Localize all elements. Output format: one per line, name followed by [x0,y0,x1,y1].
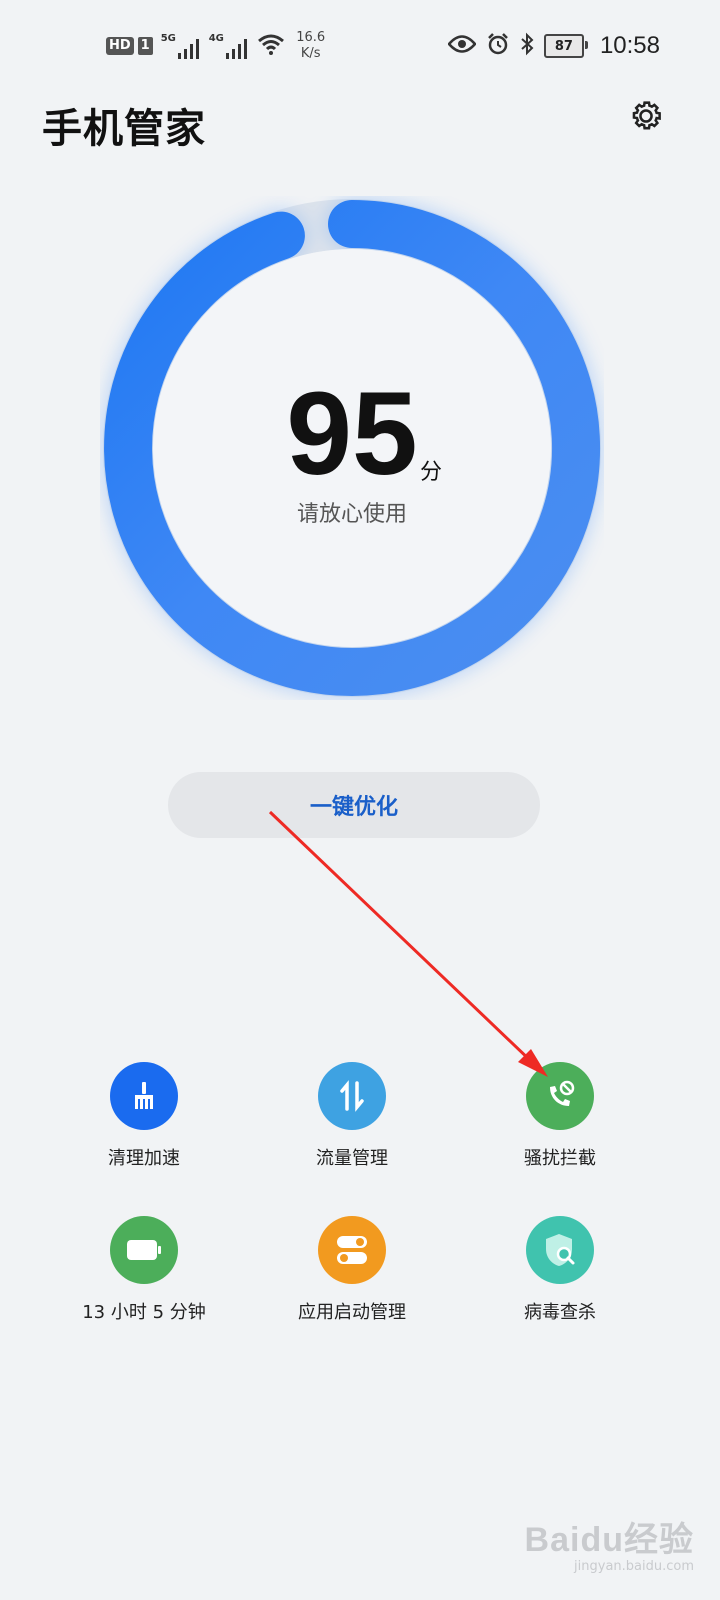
tool-harassment-block[interactable]: 骚扰拦截 [460,1062,660,1170]
data-transfer-icon [318,1062,386,1130]
page-title: 手机管家 [42,106,206,152]
eye-comfort-icon [447,35,477,57]
score-value: 95 [286,368,418,500]
clock: 10:58 [599,32,660,59]
score-unit: 分 [420,460,443,485]
watermark: Baidu经验 jingyan.baidu.com [525,1512,694,1574]
gear-icon [627,97,665,139]
tool-app-launch[interactable]: 应用启动管理 [252,1216,452,1324]
hd-badge: HD [106,37,134,55]
tool-label: 清理加速 [108,1148,180,1169]
sim-badge: 1 [137,37,153,55]
tool-virus-scan[interactable]: 病毒查杀 [460,1216,660,1324]
battery-indicator: 87 [543,34,588,58]
battery-icon [110,1216,178,1284]
bluetooth-icon [520,32,534,60]
tool-cleanup[interactable]: 清理加速 [44,1062,244,1170]
status-bar: HD 1 5G 4G 16.6 K/s 87 10:58 [0,0,720,92]
status-right: 87 10:58 [447,30,660,62]
tool-label: 骚扰拦截 [524,1148,596,1169]
optimize-button[interactable]: 一键优化 [168,772,540,838]
score-status: 请放心使用 [296,502,407,527]
settings-button[interactable] [624,96,668,140]
cellular-signal-icon: 5G [161,33,201,59]
alarm-icon [486,32,510,60]
broom-icon [110,1062,178,1130]
tool-label: 流量管理 [316,1148,388,1169]
status-left: HD 1 5G 4G 16.6 K/s [106,30,329,62]
network-speed: 16.6 K/s [296,30,326,61]
cellular-signal-icon: 4G [209,33,249,59]
tool-label: 应用启动管理 [298,1302,406,1323]
watermark-url: jingyan.baidu.com [574,1559,694,1574]
wifi-icon [257,33,285,59]
app-launch-toggle-icon [318,1216,386,1284]
score-display: 95 分 请放心使用 [100,196,604,700]
tool-label: 病毒查杀 [524,1302,596,1323]
call-block-icon [526,1062,594,1130]
tool-battery[interactable]: 13 小时 5 分钟 [44,1216,244,1324]
tool-label: 13 小时 5 分钟 [82,1302,206,1323]
tool-data-usage[interactable]: 流量管理 [252,1062,452,1170]
watermark-logo: Baidu经验 [524,1521,694,1559]
shield-search-icon [526,1216,594,1284]
